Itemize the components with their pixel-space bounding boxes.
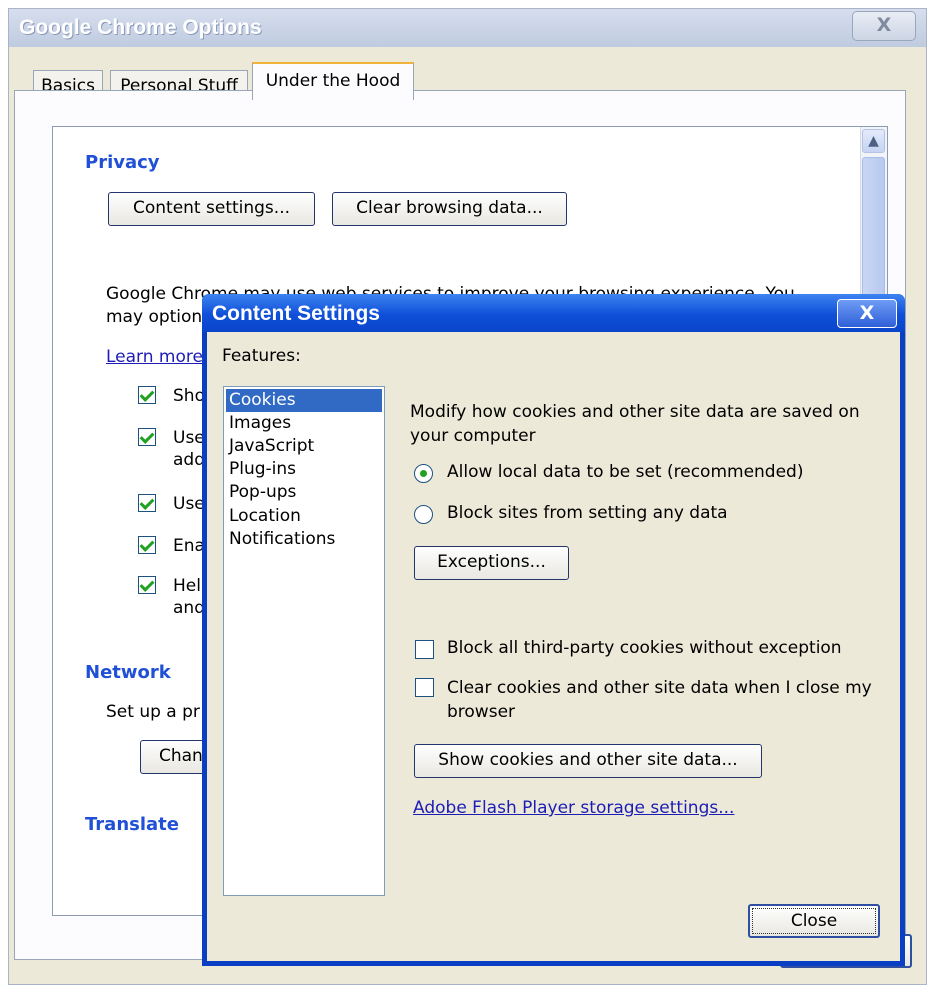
content-settings-titlebar[interactable]: Content Settings X [202,294,905,332]
radio-block-sites[interactable] [414,505,433,524]
privacy-checkbox-5[interactable] [138,576,156,594]
features-label: Features: [222,346,301,366]
privacy-checkbox-3[interactable] [138,494,156,512]
close-icon: X [859,302,875,324]
privacy-checkbox-5-label: Hel [173,576,201,596]
feature-item-location[interactable]: Location [226,505,382,528]
privacy-heading: Privacy [85,152,160,173]
radio-allow-local-data-label[interactable]: Allow local data to be set (recommended) [447,462,804,482]
privacy-checkbox-1-label: Sho [173,386,205,406]
clear-on-close-label-line2[interactable]: browser [447,702,515,722]
close-button[interactable]: Close [748,904,880,938]
privacy-checkbox-2[interactable] [138,428,156,446]
content-settings-close-x-button[interactable]: X [837,299,897,328]
feature-item-images[interactable]: Images [226,412,382,435]
close-icon: X [876,14,892,36]
clear-on-close-label-line1[interactable]: Clear cookies and other site data when I… [447,678,872,698]
clear-browsing-data-button[interactable]: Clear browsing data... [332,192,567,226]
content-settings-body: Features: Cookies Images JavaScript Plug… [207,332,900,961]
cookies-description-line1: Modify how cookies and other site data a… [410,402,860,422]
privacy-checkbox-2-label: Use [173,428,205,448]
content-settings-dialog: Content Settings X Features: Cookies Ima… [202,294,905,966]
options-close-button[interactable]: X [852,11,916,41]
web-services-text-line2: may option [106,307,203,327]
privacy-checkbox-5-label-line2: and [173,598,205,618]
network-heading: Network [85,662,171,683]
translate-heading: Translate [85,814,179,835]
tab-under-the-hood[interactable]: Under the Hood [252,62,414,100]
clear-on-close-checkbox[interactable] [415,678,434,697]
cookies-description-line2: your computer [410,426,536,446]
radio-allow-local-data[interactable] [414,464,433,483]
content-settings-button[interactable]: Content settings... [108,192,315,226]
show-cookies-button[interactable]: Show cookies and other site data... [414,744,762,778]
network-description: Set up a pr [106,702,200,722]
radio-block-sites-label[interactable]: Block sites from setting any data [447,503,728,523]
flash-storage-settings-link[interactable]: Adobe Flash Player storage settings... [413,798,734,818]
learn-more-link[interactable]: Learn more [106,347,203,367]
options-window-title: Google Chrome Options [19,16,262,39]
feature-item-javascript[interactable]: JavaScript [226,435,382,458]
scroll-up-arrow-icon[interactable]: ▲ [862,129,885,153]
block-third-party-label[interactable]: Block all third-party cookies without ex… [447,638,842,658]
privacy-checkbox-4-label: Ena [173,536,205,556]
feature-item-plug-ins[interactable]: Plug-ins [226,458,382,481]
privacy-checkbox-1[interactable] [138,386,156,404]
feature-item-pop-ups[interactable]: Pop-ups [226,481,382,504]
privacy-checkbox-4[interactable] [138,536,156,554]
privacy-checkbox-2-label-line2: add [173,450,205,470]
content-settings-title: Content Settings [212,302,380,325]
exceptions-button[interactable]: Exceptions... [414,546,569,580]
features-list[interactable]: Cookies Images JavaScript Plug-ins Pop-u… [223,386,385,896]
options-titlebar[interactable]: Google Chrome Options X [9,9,926,47]
block-third-party-checkbox[interactable] [415,640,434,659]
feature-item-notifications[interactable]: Notifications [226,528,382,551]
feature-item-cookies[interactable]: Cookies [226,389,382,412]
privacy-checkbox-3-label: Use [173,494,205,514]
